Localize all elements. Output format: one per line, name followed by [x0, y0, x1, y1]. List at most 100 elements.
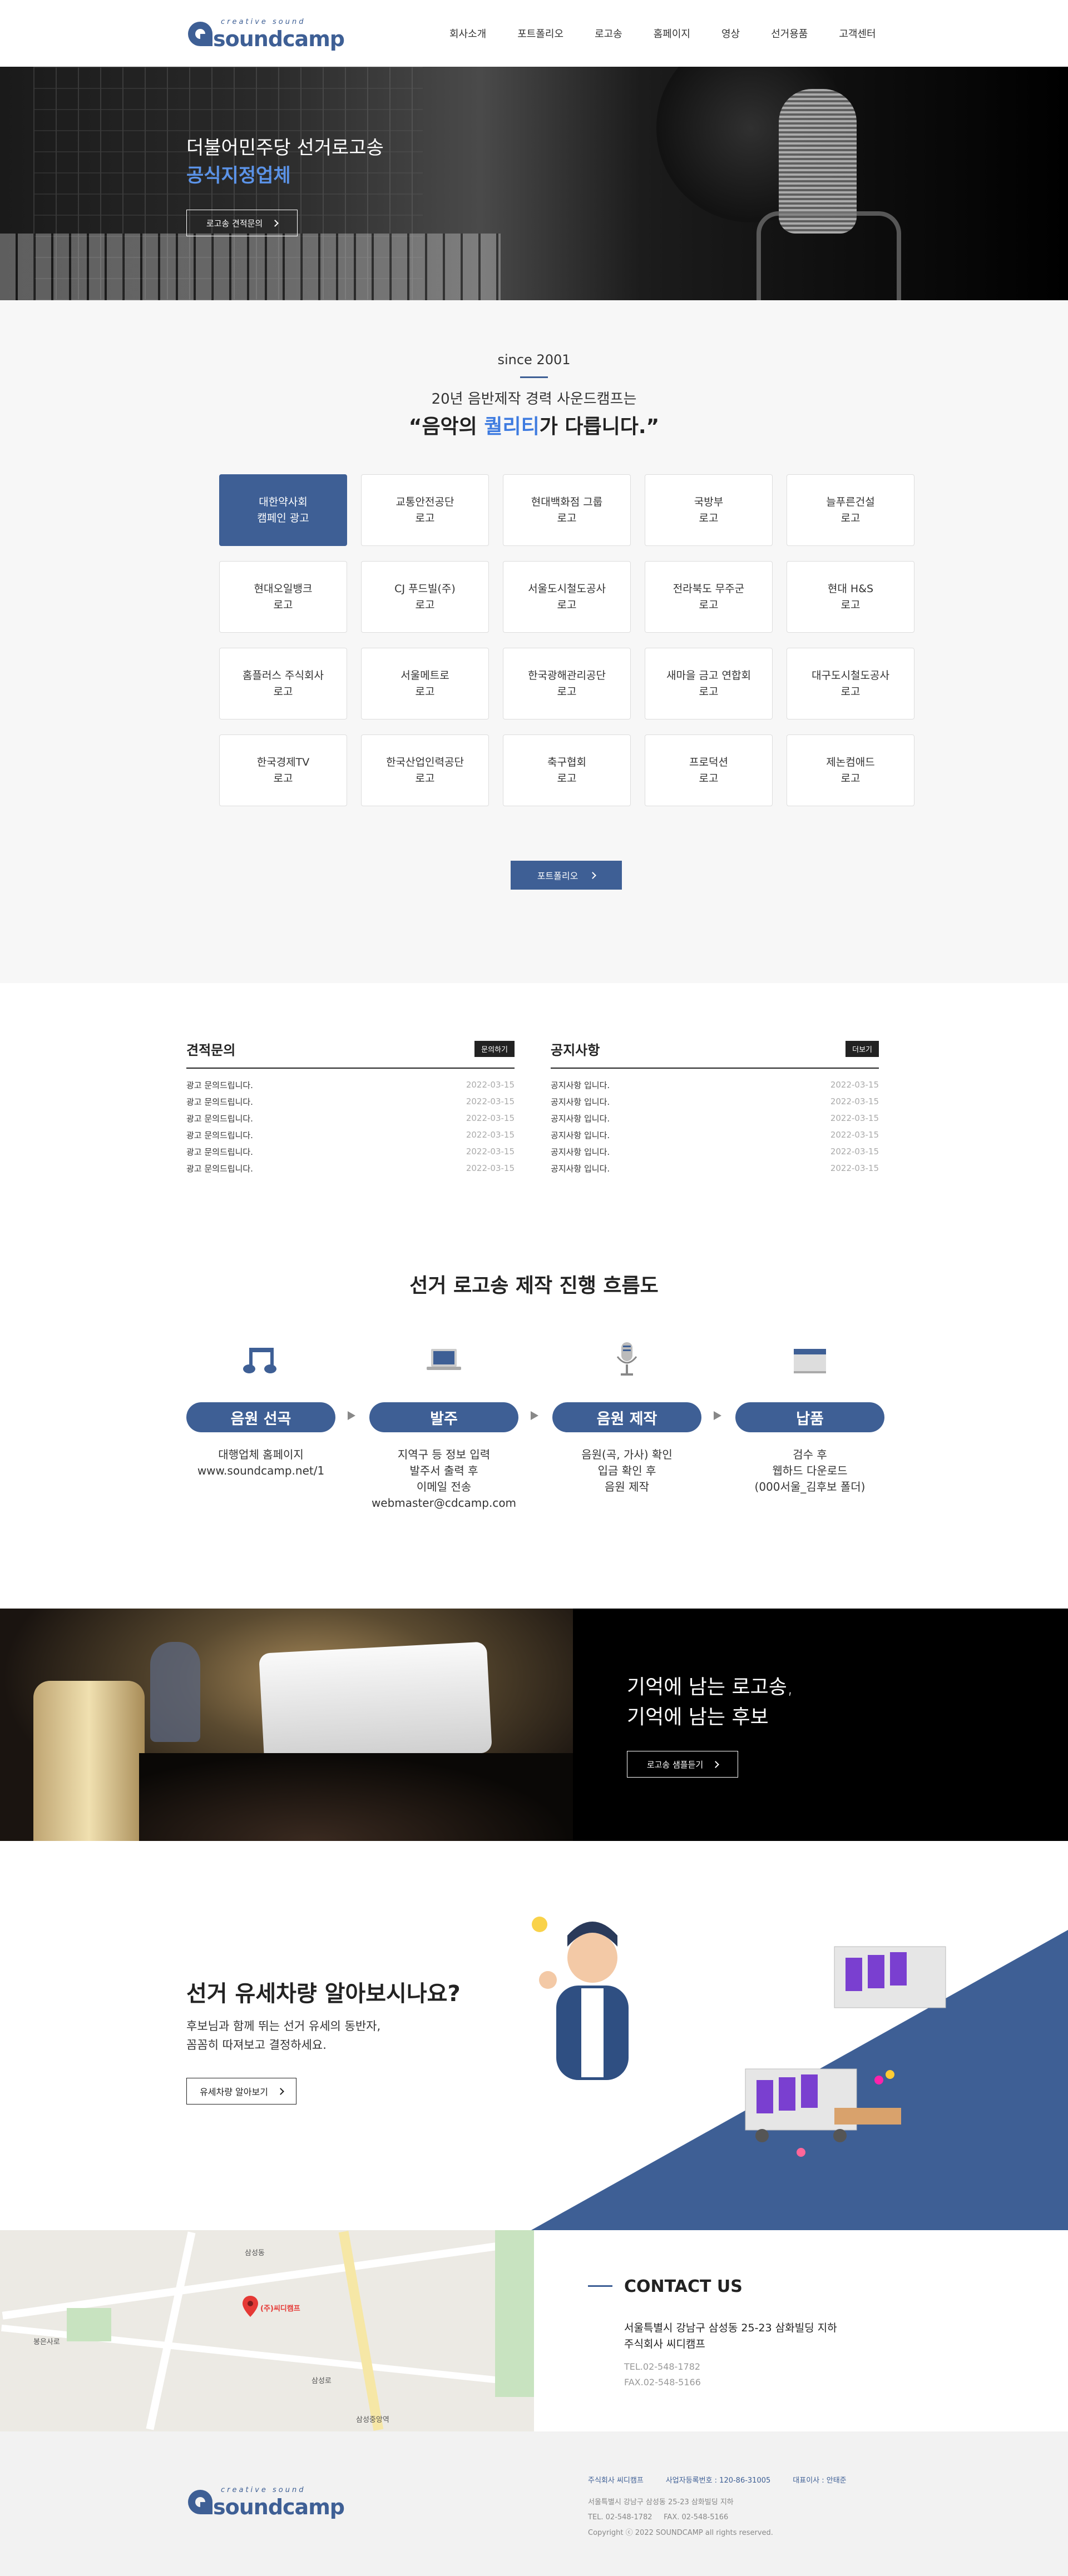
clients-lead: 20년 음반제작 경력 사운드캠프는 [431, 391, 637, 408]
hero-estimate-button[interactable]: 로고송 견적문의 [186, 210, 298, 236]
client-logo-card[interactable]: 새마을 금고 연합회 로고 [645, 648, 773, 719]
hero-title: 더불어민주당 선거로고송 [186, 137, 384, 159]
client-logo-card[interactable]: CJ 푸드빌(주) 로고 [361, 561, 489, 633]
character-graphic [532, 1917, 629, 2080]
list-item[interactable]: 공지사항 입니다. 2022-03-15 [551, 1143, 879, 1160]
post-title: 공지사항 입니다. [551, 1146, 610, 1157]
list-item[interactable]: 광고 문의드립니다. 2022-03-15 [186, 1143, 515, 1160]
podium-graphic [33, 1681, 145, 1841]
post-title: 광고 문의드립니다. [186, 1146, 253, 1157]
arrow-right-icon [714, 1411, 721, 1420]
arrow-right-icon [348, 1411, 355, 1420]
since-divider [520, 376, 548, 378]
logo-wordmark: soundcamp [213, 27, 345, 51]
contact-divider [588, 2285, 612, 2287]
client-logo-card[interactable]: 홈플러스 주식회사 로고 [219, 648, 347, 719]
nav-item-portfolio[interactable]: 포트폴리오 [502, 26, 579, 41]
notice-more-button[interactable]: 더보기 [846, 1041, 879, 1057]
step-description: 대행업체 홈페이지 www.soundcamp.net/1 [197, 1448, 325, 1477]
client-logo-card[interactable]: 국방부 로고 [645, 474, 773, 546]
post-title: 광고 문의드립니다. [186, 1163, 253, 1174]
client-logo-card[interactable]: 현대 H&S 로고 [787, 561, 914, 633]
estimate-board: 견적문의 문의하기 광고 문의드립니다. 2022-03-15 광고 문의드립니다.… [186, 1039, 515, 1177]
client-logo-card[interactable]: 한국산업인력공단 로고 [361, 734, 489, 806]
portfolio-button[interactable]: 포트폴리오 [511, 861, 622, 890]
logo-tagline: creative sound [221, 2486, 306, 2494]
list-item[interactable]: 공지사항 입니다. 2022-03-15 [551, 1076, 879, 1093]
clients-section: since 2001 20년 음반제작 경력 사운드캠프는 “음악의 퀄리티가 … [0, 300, 1068, 983]
nav-item-company[interactable]: 회사소개 [434, 26, 502, 41]
list-item[interactable]: 광고 문의드립니다. 2022-03-15 [186, 1126, 515, 1143]
client-logo-card[interactable]: 현대오일뱅크 로고 [219, 561, 347, 633]
map-label: 삼성동 [245, 2249, 265, 2257]
client-logo-card[interactable]: 제논컴애드 로고 [787, 734, 914, 806]
post-date: 2022-03-15 [830, 1163, 879, 1173]
since-label: since 2001 [497, 352, 571, 368]
client-logo-card[interactable]: 한국광해관리공단 로고 [503, 648, 631, 719]
hero-keyboard-graphic [0, 234, 501, 300]
client-logo-card[interactable]: 축구협회 로고 [503, 734, 631, 806]
location-map[interactable]: 삼성동 봉은사로 삼성로 삼성중앙역 (주)씨디캠프 [0, 2230, 534, 2431]
hero-button-label: 로고송 견적문의 [206, 218, 263, 229]
laptop-icon [424, 1340, 463, 1379]
footer-address: 서울특별시 강남구 삼성동 25-23 삼화빌딩 지하 [588, 2498, 734, 2506]
footer-logo[interactable]: creative sound soundcamp [186, 2484, 345, 2519]
client-logo-card[interactable]: 서울도시철도공사 로고 [503, 561, 631, 633]
list-item[interactable]: 공지사항 입니다. 2022-03-15 [551, 1093, 879, 1110]
monitor-icon [790, 1340, 829, 1379]
post-title: 광고 문의드립니다. [186, 1080, 253, 1090]
site-logo[interactable]: creative sound soundcamp [186, 16, 345, 51]
list-item[interactable]: 공지사항 입니다. 2022-03-15 [551, 1110, 879, 1126]
post-date: 2022-03-15 [466, 1163, 515, 1173]
nav-item-election-goods[interactable]: 선거용품 [755, 26, 823, 41]
estimate-list: 광고 문의드립니다. 2022-03-15 광고 문의드립니다. 2022-03-15… [186, 1076, 515, 1177]
post-title: 공지사항 입니다. [551, 1130, 610, 1140]
hero-banner [0, 67, 1068, 300]
map-label: 봉은사로 [33, 2338, 60, 2346]
headline-pre: “음악의 [408, 415, 484, 438]
client-logo-card[interactable]: 프로덕션 로고 [645, 734, 773, 806]
nav-item-video[interactable]: 영상 [706, 26, 755, 41]
list-item[interactable]: 광고 문의드립니다. 2022-03-15 [186, 1160, 515, 1177]
client-logo-card[interactable]: 한국경제TV 로고 [219, 734, 347, 806]
sample-listen-button[interactable]: 로고송 샘플듣기 [627, 1751, 738, 1778]
list-item[interactable]: 공지사항 입니다. 2022-03-15 [551, 1160, 879, 1177]
step-description: 음원(곡, 가사) 확인 입금 확인 후 음원 제작 [581, 1448, 673, 1493]
footer-copyright: Copyright ⓒ 2022 SOUNDCAMP all rights re… [588, 2528, 773, 2537]
nav-item-homepage[interactable]: 홈페이지 [638, 26, 706, 41]
client-logo-card[interactable]: 현대백화점 그룹 로고 [503, 474, 631, 546]
map-pin-icon[interactable] [243, 2296, 258, 2317]
vehicle-info-button[interactable]: 유세차량 알아보기 [186, 2078, 296, 2105]
nav-item-support[interactable]: 고객센터 [823, 26, 891, 41]
process-title: 선거 로고송 제작 진행 흐름도 [409, 1274, 659, 1297]
arrow-right-icon [531, 1411, 538, 1420]
post-date: 2022-03-15 [466, 1096, 515, 1106]
step-label: 발주 [369, 1402, 518, 1432]
estimate-more-button[interactable]: 문의하기 [474, 1041, 515, 1057]
sample-button-label: 로고송 샘플듣기 [646, 1759, 704, 1770]
client-logo-card[interactable]: 교통안전공단 로고 [361, 474, 489, 546]
post-title: 공지사항 입니다. [551, 1163, 610, 1174]
list-item[interactable]: 광고 문의드립니다. 2022-03-15 [186, 1076, 515, 1093]
client-logo-card[interactable]: 서울메트로 로고 [361, 648, 489, 719]
client-logo-card[interactable]: 대구도시철도공사 로고 [787, 648, 914, 719]
client-logo-card[interactable]: 전라북도 무주군 로고 [645, 561, 773, 633]
logo-tagline: creative sound [221, 18, 306, 26]
chevron-right-icon [712, 1760, 720, 1768]
list-item[interactable]: 광고 문의드립니다. 2022-03-15 [186, 1110, 515, 1126]
map-marker-label: (주)씨디캠프 [260, 2305, 300, 2313]
nav-item-logosong[interactable]: 로고송 [579, 26, 638, 41]
post-title: 공지사항 입니다. [551, 1080, 610, 1090]
list-item[interactable]: 공지사항 입니다. 2022-03-15 [551, 1126, 879, 1143]
client-logo-card[interactable]: 늘푸른건설 로고 [787, 474, 914, 546]
clients-headline: “음악의 퀄리티가 다릅니다.” [0, 410, 1068, 439]
post-date: 2022-03-15 [466, 1130, 515, 1140]
music-note-icon [241, 1340, 280, 1379]
process-step: 납품 검수 후 웹하드 다운로드 (000서울_김후보 폴더) [735, 1340, 884, 1495]
client-logo-card[interactable]: 대한약사회 캠페인 광고 [219, 474, 347, 546]
list-item[interactable]: 광고 문의드립니다. 2022-03-15 [186, 1093, 515, 1110]
step-label: 음원 제작 [552, 1402, 701, 1432]
post-date: 2022-03-15 [830, 1130, 879, 1140]
post-date: 2022-03-15 [466, 1080, 515, 1090]
logo-wordmark: soundcamp [213, 2495, 345, 2519]
